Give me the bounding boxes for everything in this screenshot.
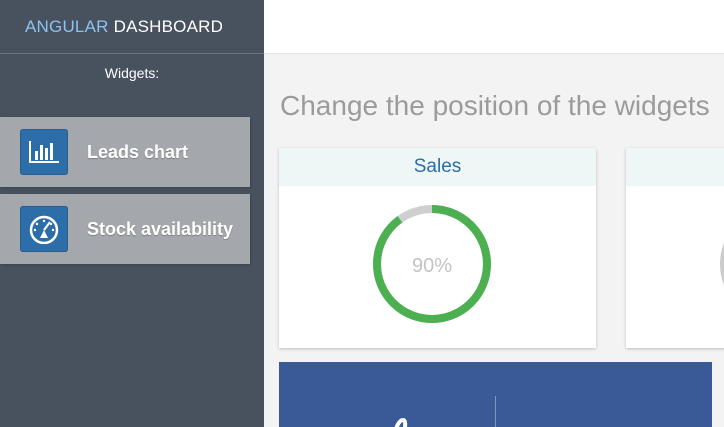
bottom-card-glyph xyxy=(579,417,619,427)
gauge-icon xyxy=(20,206,68,252)
bottom-widget-card[interactable] xyxy=(279,362,712,427)
second-donut-chart xyxy=(720,242,724,286)
page-title: Change the position of the widgets xyxy=(280,90,710,121)
second-widget-card[interactable] xyxy=(626,148,724,348)
widget-item-leads-chart[interactable]: Leads chart xyxy=(0,117,250,187)
card-header xyxy=(626,148,724,186)
brand-title[interactable]: ANGULAR DASHBOARD xyxy=(0,0,264,54)
widgets-heading: Widgets: xyxy=(104,65,160,81)
widget-item-stock-availability[interactable]: Stock availability xyxy=(0,194,250,264)
sales-widget-card[interactable]: Sales 90% xyxy=(279,148,596,348)
widget-item-label: Stock availability xyxy=(87,218,234,239)
sales-donut-chart: 90% xyxy=(373,205,491,323)
widget-item-label: Leads chart xyxy=(87,141,189,162)
brand-rest: DASHBOARD xyxy=(113,16,224,36)
card-header: Sales xyxy=(279,148,596,186)
bottom-card-divider xyxy=(495,396,496,427)
bar-chart-icon xyxy=(20,129,68,175)
bottom-card-glyph xyxy=(394,417,408,427)
top-bar xyxy=(264,0,724,54)
sales-percent-label: 90% xyxy=(412,255,452,277)
brand-accent: ANGULAR xyxy=(25,16,109,36)
